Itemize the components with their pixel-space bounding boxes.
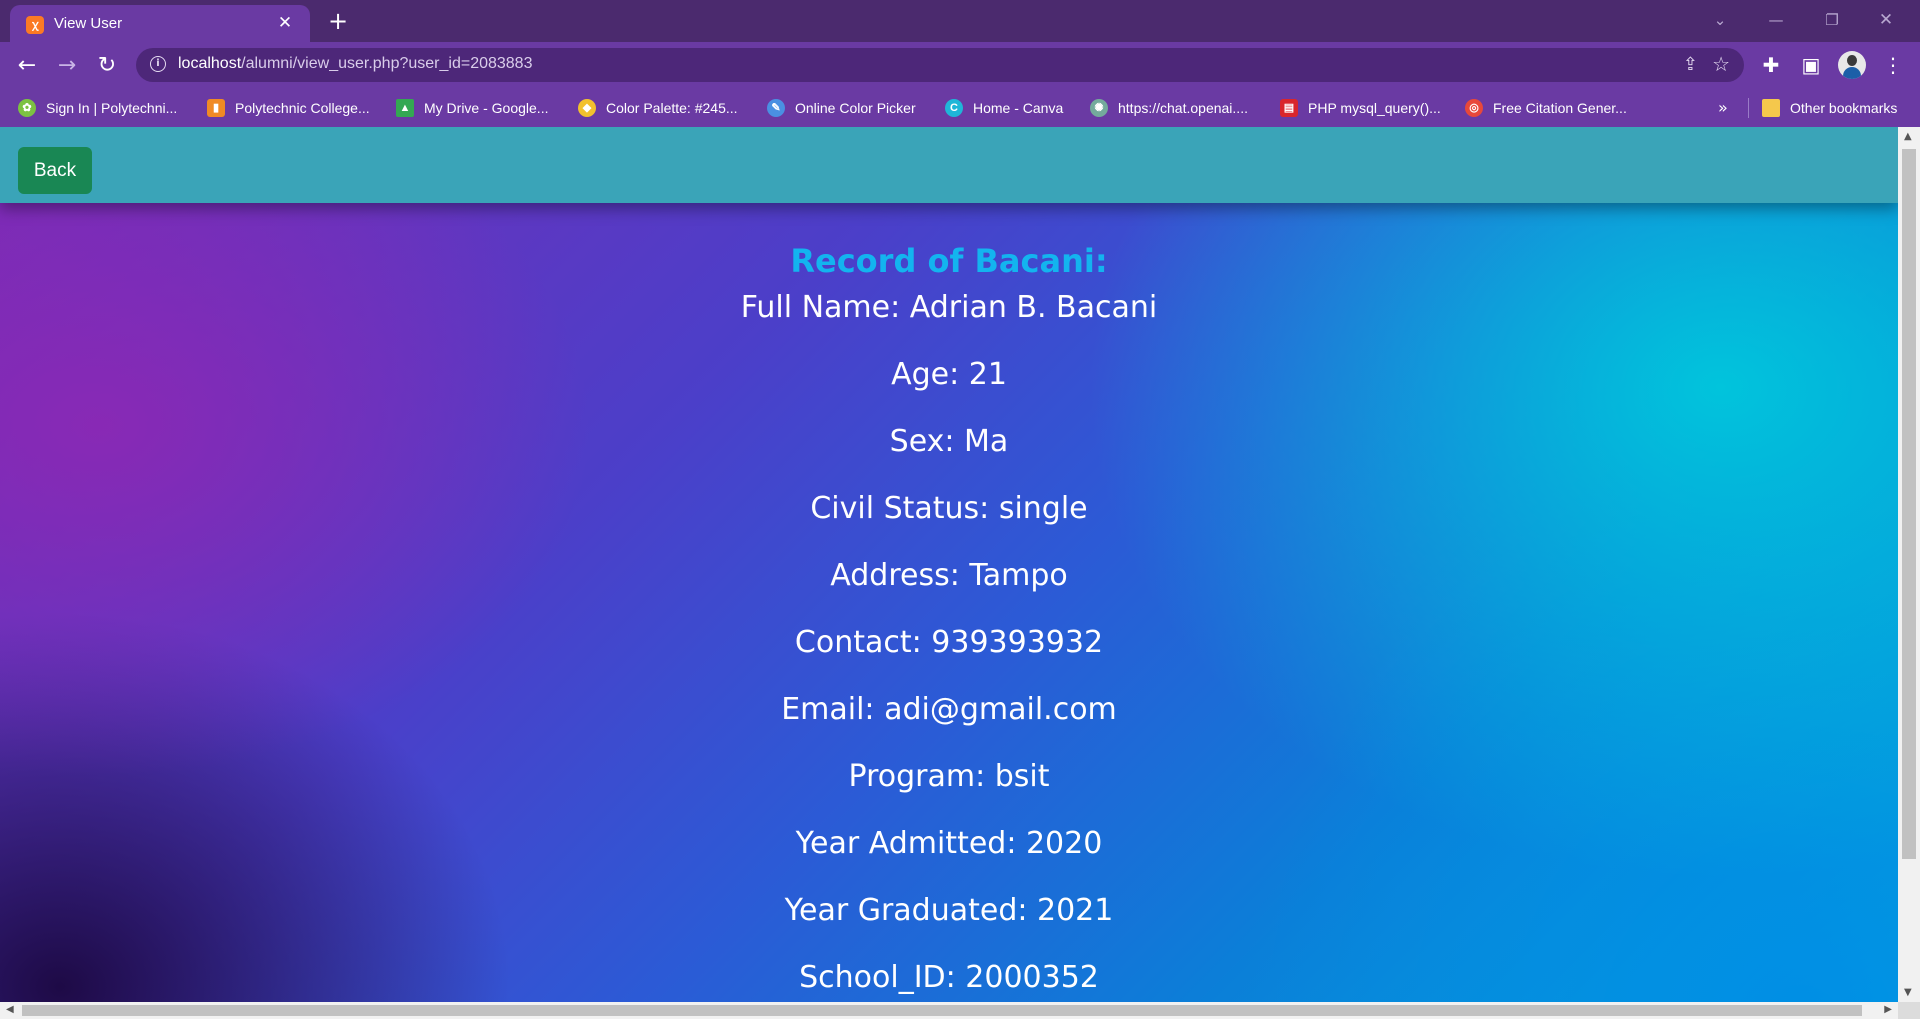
picker-icon: ✎ [767,99,785,117]
scroll-up-icon[interactable]: ▲ [1904,131,1912,142]
other-bookmarks-label: Other bookmarks [1790,100,1898,116]
bookmark-php-mysql[interactable]: ▤ PHP mysql_query()... [1280,89,1441,127]
page-viewport: Back Record of Bacani: Full Name: Adrian… [0,127,1898,1002]
xampp-icon: ꭓ [26,16,44,34]
new-tab-button[interactable]: + [324,7,352,35]
citation-icon: ◎ [1465,99,1483,117]
field-civil-status: Civil Status: single [810,491,1088,526]
more-bookmarks-icon[interactable]: » [1718,98,1728,117]
field-contact: Contact: 939393932 [794,625,1104,660]
field-year-graduated: Year Graduated: 2021 [784,893,1114,928]
share-icon[interactable]: ⇪ [1683,54,1698,75]
bookmark-label: Online Color Picker [795,100,916,116]
field-sex: Sex: Ma [889,424,1009,459]
field-year-admitted: Year Admitted: 2020 [795,826,1103,861]
bookmark-polytechnic-college[interactable]: ▮ Polytechnic College... [207,89,370,127]
profile-avatar[interactable] [1838,51,1866,79]
vertical-scrollbar[interactable]: ▲ ▼ [1898,127,1920,1002]
browser-titlebar: ꭓ View User ✕ + ⌄ — ❐ ✕ [0,0,1920,42]
bookmark-label: https://chat.openai.... [1118,100,1248,116]
reload-icon[interactable]: ↻ [92,51,122,81]
extensions-icon[interactable]: ✚ [1758,52,1784,78]
scroll-left-icon[interactable]: ◀ [6,1004,14,1015]
side-panel-icon[interactable]: ▣ [1798,52,1824,78]
bookmark-label: My Drive - Google... [424,100,549,116]
bookmarks-divider [1748,98,1749,118]
scrollbar-corner [1898,1002,1920,1019]
field-full-name: Full Name: Adrian B. Bacani [740,290,1158,325]
bookmarks-bar: ✿ Sign In | Polytechni... ▮ Polytechnic Co… [0,89,1920,127]
forward-arrow-icon[interactable]: → [52,51,82,81]
bookmark-label: Home - Canva [973,100,1064,116]
bookmark-label: Free Citation Gener... [1493,100,1627,116]
tab-view-user[interactable]: ꭓ View User ✕ [10,5,310,42]
bookmark-online-color-picker[interactable]: ✎ Online Color Picker [767,89,916,127]
back-arrow-icon[interactable]: ← [12,51,42,81]
scroll-down-icon[interactable]: ▼ [1904,987,1912,998]
bookmark-canva[interactable]: C Home - Canva [945,89,1063,127]
tab-title: View User [54,15,123,32]
url-path: /alumni/view_user.php?user_id=2083883 [241,55,533,72]
php-icon: ▤ [1280,99,1298,117]
palette-icon: ◆ [578,99,596,117]
drive-icon: ▲ [396,99,414,117]
vertical-scroll-thumb[interactable] [1902,149,1916,859]
url-host: localhost [178,55,242,72]
field-address: Address: Tampo [830,558,1068,593]
horizontal-scroll-thumb[interactable] [22,1005,1862,1016]
user-record: Record of Bacani: Full Name: Adrian B. B… [0,237,1898,1002]
site-info-icon[interactable]: i [150,56,166,72]
url-text[interactable]: localhost/alumni/view_user.php?user_id=2… [178,55,532,73]
restore-button[interactable]: ❐ [1812,8,1852,32]
browser-toolbar: ← → ↻ i localhost/alumni/view_user.php?u… [0,42,1920,89]
address-bar[interactable]: i localhost/alumni/view_user.php?user_id… [136,48,1744,82]
minimize-button[interactable]: — [1756,8,1796,32]
field-email: Email: adi@gmail.com [781,692,1117,727]
close-tab-icon[interactable]: ✕ [274,12,296,34]
back-button[interactable]: Back [18,147,92,194]
bookmark-label: Sign In | Polytechni... [46,100,178,116]
openai-icon: ✺ [1090,99,1108,117]
bookmark-label: Color Palette: #245... [606,100,738,116]
folder-icon [1762,99,1780,117]
bookmark-free-citation[interactable]: ◎ Free Citation Gener... [1465,89,1627,127]
tab-search-icon[interactable]: ⌄ [1700,8,1740,32]
canva-icon: C [945,99,963,117]
globe-icon: ✿ [18,99,36,117]
bookmark-label: PHP mysql_query()... [1308,100,1441,116]
bookmark-chat-openai[interactable]: ✺ https://chat.openai.... [1090,89,1248,127]
field-school-id: School_ID: 2000352 [799,960,1099,995]
bookmark-color-palette[interactable]: ◆ Color Palette: #245... [578,89,738,127]
horizontal-scrollbar[interactable]: ◀ ▶ [0,1002,1898,1019]
bookmark-sign-in[interactable]: ✿ Sign In | Polytechni... [18,89,177,127]
page-header-bar: Back [0,127,1898,203]
bookmark-star-icon[interactable]: ☆ [1712,52,1730,76]
menu-kebab-icon[interactable]: ⋮ [1880,52,1906,78]
bookmark-my-drive[interactable]: ▲ My Drive - Google... [396,89,548,127]
other-bookmarks[interactable]: Other bookmarks [1762,89,1897,127]
field-age: Age: 21 [891,357,1007,392]
chart-icon: ▮ [207,99,225,117]
bookmark-label: Polytechnic College... [235,100,370,116]
close-window-button[interactable]: ✕ [1866,8,1906,32]
record-title: Record of Bacani: [790,242,1108,280]
avatar-body [1843,67,1861,79]
avatar-head [1847,55,1857,66]
scroll-right-icon[interactable]: ▶ [1884,1004,1892,1015]
field-program: Program: bsit [848,759,1050,794]
